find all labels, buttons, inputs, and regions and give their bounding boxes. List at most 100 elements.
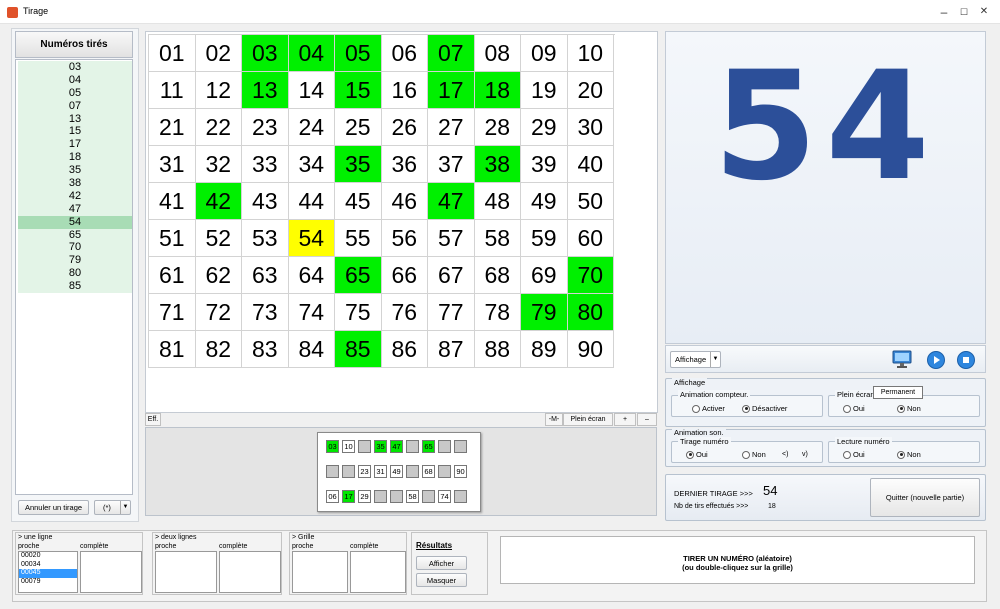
drawn-list-item[interactable]: 42 bbox=[18, 189, 132, 203]
quit-button[interactable]: Quitter (nouvelle partie) bbox=[870, 478, 980, 517]
grid-cell[interactable]: 41 bbox=[149, 183, 196, 220]
drawn-list[interactable]: 03 04 05 07 13 15 17 18 35 38 42 47 54 65 70 79 80 85 bbox=[15, 59, 133, 495]
grid-cell[interactable]: 73 bbox=[242, 294, 289, 331]
one-line-item[interactable]: 00079 bbox=[19, 578, 77, 587]
grid-cell[interactable]: 80 bbox=[567, 294, 614, 331]
radio-tirage-non[interactable]: Non bbox=[742, 450, 766, 459]
grid-cell[interactable]: 74 bbox=[288, 294, 335, 331]
grid-cell[interactable]: 62 bbox=[195, 257, 242, 294]
drawn-list-item[interactable]: 04 bbox=[18, 73, 132, 87]
fullscreen-button[interactable]: Plein écran bbox=[563, 413, 613, 426]
grid-cell[interactable]: 69 bbox=[521, 257, 568, 294]
minimize-button[interactable]: – bbox=[933, 3, 955, 21]
hide-results-button[interactable]: Masquer bbox=[416, 573, 467, 587]
drawn-list-item[interactable]: 15 bbox=[18, 125, 132, 139]
grid-cell[interactable]: 42 bbox=[195, 183, 242, 220]
grid-cell[interactable]: 51 bbox=[149, 220, 196, 257]
grid-cell[interactable]: 06 bbox=[381, 35, 428, 72]
grid-cell[interactable]: 79 bbox=[521, 294, 568, 331]
clear-button[interactable]: Eff. bbox=[145, 413, 161, 426]
grid-cell[interactable]: 89 bbox=[521, 331, 568, 368]
grid-cell[interactable]: 14 bbox=[288, 72, 335, 109]
grid-cell[interactable]: 07 bbox=[428, 35, 475, 72]
close-button[interactable]: ✕ bbox=[973, 3, 995, 21]
grid-cell[interactable]: 17 bbox=[428, 72, 475, 109]
drawn-list-item[interactable]: 17 bbox=[18, 138, 132, 152]
grid-cell[interactable]: 13 bbox=[242, 72, 289, 109]
grid-cell[interactable]: 52 bbox=[195, 220, 242, 257]
m-button[interactable]: -M- bbox=[545, 413, 563, 426]
grid-cell[interactable]: 83 bbox=[242, 331, 289, 368]
play-icon[interactable] bbox=[927, 351, 945, 369]
grid-cell[interactable]: 04 bbox=[288, 35, 335, 72]
grid-cell[interactable]: 54 bbox=[288, 220, 335, 257]
drawn-list-item[interactable]: 65 bbox=[18, 228, 132, 242]
grid-cell[interactable]: 57 bbox=[428, 220, 475, 257]
radio-activer[interactable]: Activer bbox=[692, 404, 725, 413]
drawn-list-item[interactable]: 54 bbox=[18, 215, 132, 229]
grid-cell[interactable]: 05 bbox=[335, 35, 382, 72]
grid-cell[interactable]: 53 bbox=[242, 220, 289, 257]
zoom-in-button[interactable]: + bbox=[614, 413, 636, 426]
grid-cell[interactable]: 78 bbox=[474, 294, 521, 331]
volume-up-icon[interactable]: v) bbox=[802, 451, 808, 458]
grid-cell[interactable]: 76 bbox=[381, 294, 428, 331]
grid-cell[interactable]: 66 bbox=[381, 257, 428, 294]
grid-cell[interactable]: 34 bbox=[288, 146, 335, 183]
two-lines-near-list[interactable] bbox=[155, 551, 217, 593]
grid-cell[interactable]: 27 bbox=[428, 109, 475, 146]
grid-cell[interactable]: 02 bbox=[195, 35, 242, 72]
drawn-list-item[interactable]: 05 bbox=[18, 86, 132, 100]
grid-cell[interactable]: 30 bbox=[567, 109, 614, 146]
grid-cell[interactable]: 25 bbox=[335, 109, 382, 146]
grid-cell[interactable]: 81 bbox=[149, 331, 196, 368]
radio-lecture-oui[interactable]: Oui bbox=[843, 450, 865, 459]
grid-cell[interactable]: 86 bbox=[381, 331, 428, 368]
cancel-draw-button[interactable]: Annuler un tirage bbox=[18, 500, 89, 515]
one-line-item[interactable]: 00034 bbox=[19, 561, 77, 570]
grid-cell[interactable]: 09 bbox=[521, 35, 568, 72]
grid-cell[interactable]: 12 bbox=[195, 72, 242, 109]
grid-cell[interactable]: 33 bbox=[242, 146, 289, 183]
grid-cell[interactable]: 20 bbox=[567, 72, 614, 109]
grid-cell[interactable]: 88 bbox=[474, 331, 521, 368]
grid-complete-list[interactable] bbox=[350, 551, 406, 593]
one-line-item[interactable]: 00020 bbox=[19, 552, 77, 561]
grid-cell[interactable]: 01 bbox=[149, 35, 196, 72]
grid-cell[interactable]: 85 bbox=[335, 331, 382, 368]
grid-cell[interactable]: 32 bbox=[195, 146, 242, 183]
drawn-list-item[interactable]: 38 bbox=[18, 177, 132, 190]
grid-cell[interactable]: 35 bbox=[335, 146, 382, 183]
grid-cell[interactable]: 45 bbox=[335, 183, 382, 220]
drawn-list-item[interactable]: 47 bbox=[18, 202, 132, 216]
grid-cell[interactable]: 63 bbox=[242, 257, 289, 294]
drawn-list-item[interactable]: 79 bbox=[18, 254, 132, 268]
grid-near-list[interactable] bbox=[292, 551, 348, 593]
grid-cell[interactable]: 31 bbox=[149, 146, 196, 183]
drawn-list-item[interactable]: 18 bbox=[18, 151, 132, 165]
drawn-list-item[interactable]: 13 bbox=[18, 112, 132, 126]
two-lines-complete-list[interactable] bbox=[219, 551, 281, 593]
grid-cell[interactable]: 21 bbox=[149, 109, 196, 146]
grid-cell[interactable]: 87 bbox=[428, 331, 475, 368]
grid-cell[interactable]: 58 bbox=[474, 220, 521, 257]
grid-cell[interactable]: 43 bbox=[242, 183, 289, 220]
radio-lecture-non[interactable]: Non bbox=[897, 450, 921, 459]
zoom-out-button[interactable]: – bbox=[637, 413, 657, 426]
grid-cell[interactable]: 44 bbox=[288, 183, 335, 220]
grid-cell[interactable]: 22 bbox=[195, 109, 242, 146]
grid-cell[interactable]: 19 bbox=[521, 72, 568, 109]
grid-cell[interactable]: 59 bbox=[521, 220, 568, 257]
grid-cell[interactable]: 40 bbox=[567, 146, 614, 183]
stop-icon[interactable] bbox=[957, 351, 975, 369]
radio-desactiver[interactable]: Désactiver bbox=[742, 404, 787, 413]
option-select[interactable]: (*) ▼ bbox=[94, 500, 131, 515]
grid-cell[interactable]: 77 bbox=[428, 294, 475, 331]
affichage-select[interactable]: Affichage ▼ bbox=[670, 351, 721, 368]
grid-cell[interactable]: 37 bbox=[428, 146, 475, 183]
grid-cell[interactable]: 08 bbox=[474, 35, 521, 72]
grid-cell[interactable]: 49 bbox=[521, 183, 568, 220]
grid-cell[interactable]: 39 bbox=[521, 146, 568, 183]
show-results-button[interactable]: Afficher bbox=[416, 556, 467, 570]
grid-cell[interactable]: 11 bbox=[149, 72, 196, 109]
